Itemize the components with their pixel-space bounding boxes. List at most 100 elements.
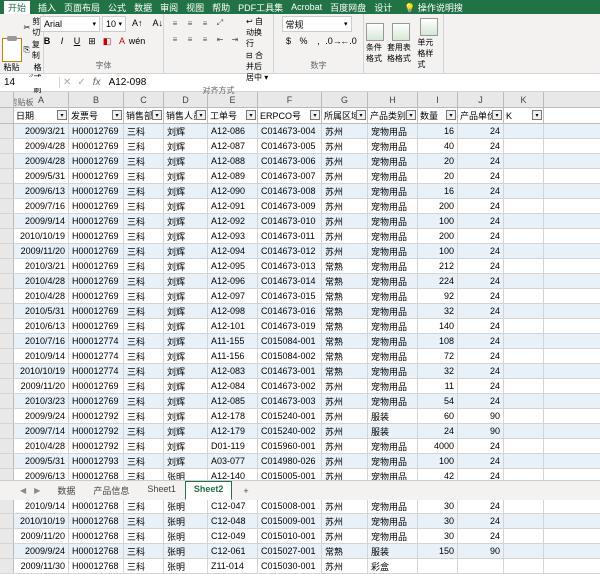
sheet-nav-next[interactable]: ▶ (34, 486, 40, 495)
cell[interactable]: 刘辉 (164, 169, 208, 183)
cell[interactable]: 92 (418, 289, 458, 303)
col-header-G[interactable]: G (322, 92, 368, 107)
filter-dropdown-icon[interactable]: ▾ (112, 110, 122, 120)
cell[interactable]: 刘辉 (164, 124, 208, 138)
cell[interactable]: 2010/4/28 (14, 289, 69, 303)
cell[interactable]: A12-087 (208, 139, 258, 153)
cell[interactable]: 16 (418, 184, 458, 198)
cell[interactable]: C12-048 (208, 514, 258, 528)
cell[interactable]: C014673-005 (258, 139, 322, 153)
cell[interactable]: H00012792 (69, 409, 124, 423)
cell[interactable]: 刘辉 (164, 184, 208, 198)
cell[interactable]: 三科 (124, 424, 164, 438)
align-middle-button[interactable]: ≡ (183, 16, 197, 30)
cell[interactable]: A12-089 (208, 169, 258, 183)
cell[interactable]: 三科 (124, 439, 164, 453)
filter-header[interactable]: 所属区域▾ (322, 108, 368, 123)
cell[interactable]: 三科 (124, 559, 164, 573)
cell[interactable]: A12-101 (208, 319, 258, 333)
cell[interactable]: 三科 (124, 349, 164, 363)
row-header[interactable] (0, 499, 14, 513)
cell[interactable]: 4000 (418, 439, 458, 453)
fx-icon[interactable]: fx (89, 77, 105, 88)
cell[interactable]: 宠物用品 (368, 274, 418, 288)
filter-dropdown-icon[interactable]: ▾ (356, 110, 366, 120)
row-header[interactable] (0, 424, 14, 438)
row-header[interactable] (0, 139, 14, 153)
cell[interactable]: 刘辉 (164, 199, 208, 213)
cell[interactable]: 24 (458, 184, 504, 198)
cell[interactable]: 三科 (124, 304, 164, 318)
cell[interactable]: A12-088 (208, 154, 258, 168)
cell[interactable]: 苏州 (322, 139, 368, 153)
col-header-F[interactable]: F (258, 92, 322, 107)
row-header[interactable] (0, 364, 14, 378)
cell[interactable]: 2010/10/19 (14, 364, 69, 378)
filter-dropdown-icon[interactable]: ▾ (406, 110, 416, 120)
cell[interactable]: H00012774 (69, 334, 124, 348)
cell[interactable]: 20 (418, 154, 458, 168)
cell[interactable]: 三科 (124, 409, 164, 423)
cell[interactable]: 张明 (164, 559, 208, 573)
row-header[interactable] (0, 439, 14, 453)
cell[interactable]: 2009/11/20 (14, 244, 69, 258)
cell[interactable]: 苏州 (322, 499, 368, 513)
cell[interactable]: 2009/3/21 (14, 124, 69, 138)
add-sheet-button[interactable]: + (234, 483, 257, 499)
cell[interactable]: 刘辉 (164, 319, 208, 333)
cell[interactable]: A12-093 (208, 229, 258, 243)
filter-dropdown-icon[interactable]: ▾ (446, 110, 456, 120)
cell[interactable]: 40 (418, 139, 458, 153)
tab-view[interactable]: 视图 (186, 1, 204, 14)
cell[interactable]: 54 (418, 394, 458, 408)
cell[interactable]: 三科 (124, 169, 164, 183)
col-header-J[interactable]: J (458, 92, 504, 107)
cell[interactable]: 24 (458, 304, 504, 318)
cell[interactable]: H00012769 (69, 199, 124, 213)
cell[interactable]: 宠物用品 (368, 394, 418, 408)
cell[interactable]: 24 (458, 364, 504, 378)
cell[interactable]: 宠物用品 (368, 229, 418, 243)
col-header-E[interactable]: E (208, 92, 258, 107)
cell[interactable]: 张明 (164, 529, 208, 543)
increase-decimal-button[interactable]: .0→ (327, 34, 341, 48)
cell[interactable]: 三科 (124, 244, 164, 258)
cell[interactable]: 刘辉 (164, 409, 208, 423)
sheet-nav-prev[interactable]: ◀ (20, 486, 26, 495)
cell[interactable]: 苏州 (322, 514, 368, 528)
filter-header[interactable]: 产品单价▾ (458, 108, 504, 123)
cell[interactable]: H00012768 (69, 559, 124, 573)
cell[interactable] (504, 544, 544, 558)
cell[interactable]: 三科 (124, 154, 164, 168)
sheet-tab[interactable]: Sheet1 (138, 481, 185, 500)
cell[interactable]: C014673-002 (258, 379, 322, 393)
cell-style-button[interactable]: 单元格样式 (417, 18, 441, 70)
formula-input[interactable]: A12-098 (105, 77, 600, 88)
currency-button[interactable]: $ (282, 34, 296, 48)
row-header[interactable] (0, 544, 14, 558)
cell[interactable]: H00012769 (69, 319, 124, 333)
cut-button[interactable]: ✂剪切 (24, 16, 42, 38)
cell[interactable] (504, 154, 544, 168)
table-format-button[interactable]: 套用表格格式 (387, 23, 415, 64)
cell[interactable] (504, 454, 544, 468)
cell[interactable]: 24 (458, 229, 504, 243)
cell[interactable]: C015009-001 (258, 514, 322, 528)
cell[interactable]: H00012769 (69, 259, 124, 273)
cell[interactable]: 24 (458, 289, 504, 303)
cell[interactable]: 苏州 (322, 559, 368, 573)
cell[interactable]: 刘辉 (164, 274, 208, 288)
cell[interactable]: A12-083 (208, 364, 258, 378)
cell[interactable]: 2009/6/13 (14, 184, 69, 198)
cell[interactable]: 三科 (124, 184, 164, 198)
cell[interactable]: C014673-013 (258, 259, 322, 273)
copy-button[interactable]: ⎘复制 (24, 39, 42, 61)
tab-formulas[interactable]: 公式 (108, 1, 126, 14)
cell[interactable]: 2010/6/13 (14, 319, 69, 333)
cell[interactable]: 宠物用品 (368, 214, 418, 228)
cell[interactable]: 三科 (124, 499, 164, 513)
row-header[interactable] (0, 559, 14, 573)
cell[interactable]: 刘辉 (164, 439, 208, 453)
cell[interactable]: C015010-001 (258, 529, 322, 543)
cell[interactable]: C014673-001 (258, 364, 322, 378)
